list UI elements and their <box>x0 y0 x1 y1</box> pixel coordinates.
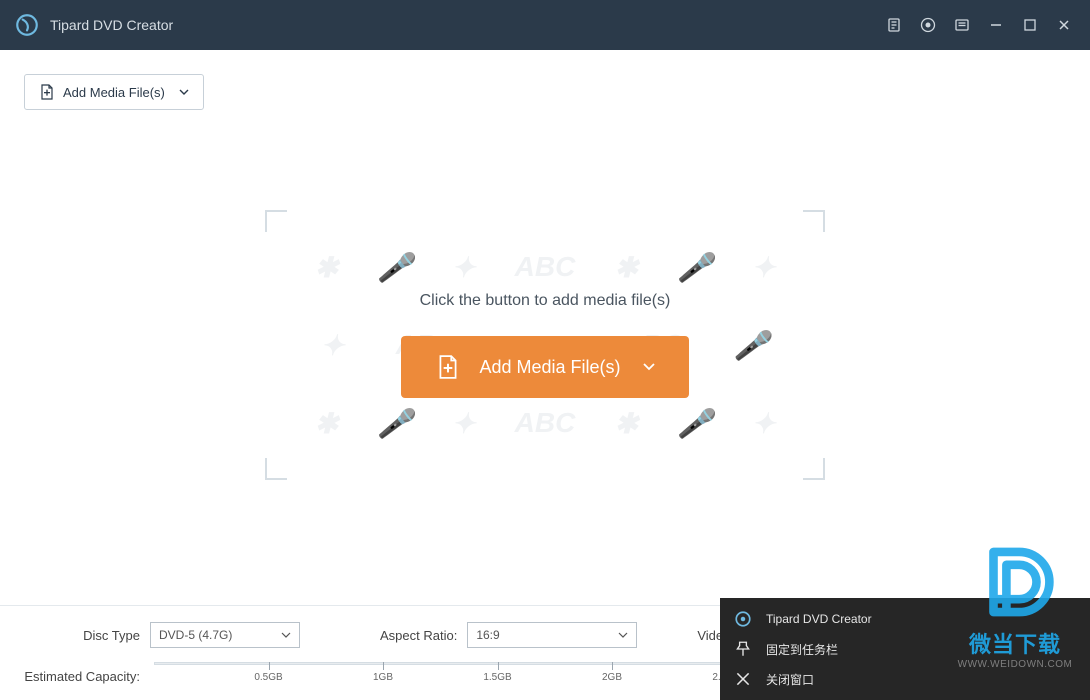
minimize-icon[interactable] <box>984 13 1008 37</box>
capacity-tick-label: 0.5GB <box>254 672 282 683</box>
context-menu-app-item[interactable]: Tipard DVD Creator <box>720 604 1090 634</box>
app-logo-icon <box>14 12 40 38</box>
capacity-tick <box>269 662 270 670</box>
capacity-tick <box>498 662 499 670</box>
dropzone-area: ✱🎤✦ABC✱🎤✦ ✦ABBC🎤 ✱🎤✦ABC✱🎤✦ Click the but… <box>0 110 1090 580</box>
add-media-button-small[interactable]: Add Media File(s) <box>24 74 204 110</box>
close-icon[interactable] <box>1052 13 1076 37</box>
context-menu-close-item[interactable]: 关闭窗口 <box>720 664 1090 694</box>
add-media-label: Add Media File(s) <box>63 85 165 100</box>
disc-type-label: Disc Type <box>20 628 140 643</box>
chevron-down-icon <box>643 363 655 371</box>
context-menu-close-label: 关闭窗口 <box>766 671 814 688</box>
aspect-ratio-label: Aspect Ratio: <box>380 628 457 643</box>
chevron-down-icon <box>179 89 189 95</box>
app-logo-icon <box>734 610 752 628</box>
aspect-ratio-value: 16:9 <box>476 628 618 642</box>
app-title: Tipard DVD Creator <box>50 17 173 33</box>
chevron-down-icon <box>281 632 291 638</box>
menu-icon[interactable] <box>950 13 974 37</box>
disc-type-select[interactable]: DVD-5 (4.7G) <box>150 622 300 648</box>
capacity-tick <box>612 662 613 670</box>
purchase-icon[interactable] <box>882 13 906 37</box>
disc-type-value: DVD-5 (4.7G) <box>159 628 281 642</box>
estimated-capacity-label: Estimated Capacity: <box>20 669 140 684</box>
add-media-button-big[interactable]: Add Media File(s) <box>401 336 688 398</box>
file-add-icon <box>39 84 55 100</box>
pin-icon <box>734 640 752 658</box>
chevron-down-icon <box>618 632 628 638</box>
capacity-tick <box>383 662 384 670</box>
taskbar-context-menu: Tipard DVD Creator 固定到任务栏 关闭窗口 <box>720 598 1090 700</box>
context-menu-pin-label: 固定到任务栏 <box>766 641 838 658</box>
capacity-tick-label: 2GB <box>602 672 622 683</box>
context-menu-pin-item[interactable]: 固定到任务栏 <box>720 634 1090 664</box>
maximize-icon[interactable] <box>1018 13 1042 37</box>
capacity-tick-label: 1GB <box>373 672 393 683</box>
help-icon[interactable] <box>916 13 940 37</box>
toolbar: Add Media File(s) <box>0 50 1090 110</box>
aspect-ratio-select[interactable]: 16:9 <box>467 622 637 648</box>
file-add-icon <box>435 354 461 380</box>
context-menu-app-label: Tipard DVD Creator <box>766 612 872 626</box>
close-icon <box>734 670 752 688</box>
dropzone[interactable]: ✱🎤✦ABC✱🎤✦ ✦ABBC🎤 ✱🎤✦ABC✱🎤✦ Click the but… <box>265 210 825 480</box>
titlebar: Tipard DVD Creator <box>0 0 1090 50</box>
add-media-big-label: Add Media File(s) <box>479 357 620 378</box>
dropzone-hint: Click the button to add media file(s) <box>420 292 671 310</box>
capacity-tick-label: 1.5GB <box>483 672 511 683</box>
